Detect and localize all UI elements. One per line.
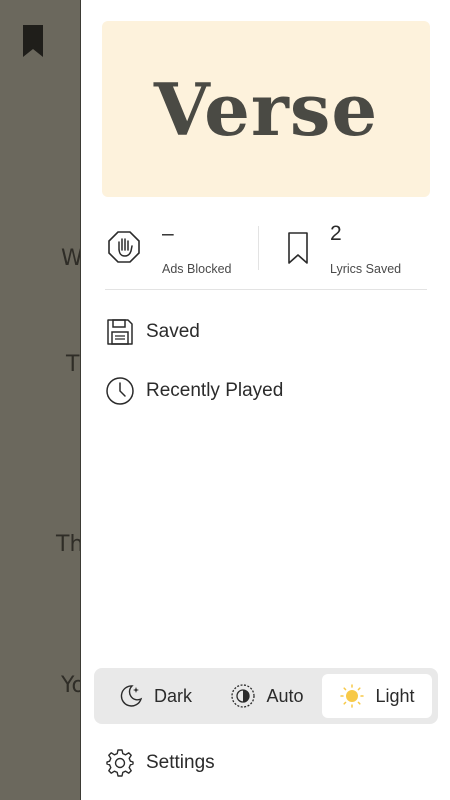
nav-item-saved-label: Saved: [146, 321, 200, 342]
ads-blocked-stat: – Ads Blocked: [105, 214, 255, 280]
nav-item-recently-played[interactable]: Recently Played: [105, 371, 427, 411]
background-text-line: T: [66, 352, 80, 377]
lyrics-saved-value: 2: [330, 222, 342, 245]
navigation-drawer: Verse – Ads Blocked 2 Lyrics Saved Saved…: [80, 0, 450, 800]
theme-option-light[interactable]: Light: [322, 674, 432, 718]
nav-item-recently-played-label: Recently Played: [146, 380, 284, 401]
gear-icon: [105, 748, 135, 778]
ads-blocked-value: –: [162, 222, 174, 245]
app-logo: Verse: [153, 66, 379, 152]
floppy-disk-icon: [105, 317, 135, 347]
ads-blocked-label: Ads Blocked: [162, 262, 232, 276]
auto-theme-icon: [231, 684, 256, 708]
bookmark-icon: [23, 25, 43, 57]
theme-option-dark-label: Dark: [153, 685, 192, 706]
stats-row: – Ads Blocked 2 Lyrics Saved: [105, 214, 427, 290]
stats-divider: [258, 226, 259, 270]
theme-option-auto[interactable]: Auto: [212, 674, 322, 718]
lyrics-saved-label: Lyrics Saved: [330, 262, 402, 276]
settings-button[interactable]: Settings: [105, 743, 215, 783]
theme-option-auto-label: Auto: [266, 685, 304, 706]
theme-toggle: Dark Auto Light: [94, 668, 438, 724]
theme-option-dark[interactable]: Dark: [100, 674, 210, 718]
bookmark-outline-icon: [288, 232, 308, 264]
settings-label: Settings: [146, 752, 215, 773]
theme-option-light-label: Light: [375, 685, 415, 706]
moon-stars-icon: [120, 685, 143, 707]
clock-icon: [105, 376, 135, 406]
stop-hand-icon: [108, 231, 140, 263]
sun-icon: [340, 684, 365, 708]
nav-item-saved[interactable]: Saved: [105, 312, 427, 352]
lyrics-saved-stat[interactable]: 2 Lyrics Saved: [279, 214, 429, 280]
app-logo-card: Verse: [102, 21, 430, 197]
